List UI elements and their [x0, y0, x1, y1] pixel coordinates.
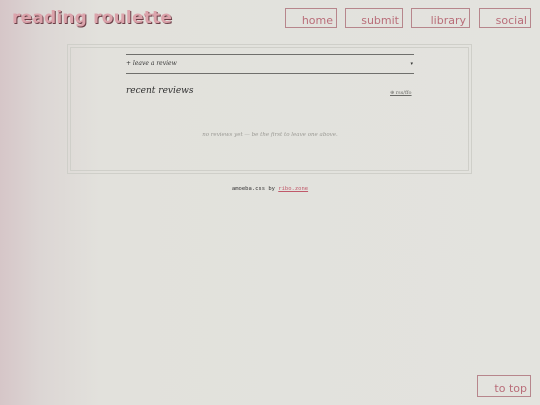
leave-review-label: + leave a review: [126, 60, 177, 67]
empty-reviews-message: no reviews yet — be the first to leave o…: [202, 132, 338, 138]
nav-library-button[interactable]: library: [411, 8, 470, 28]
leave-review-dropdown[interactable]: + leave a review ▾: [126, 54, 414, 74]
nav-home-button[interactable]: home: [285, 8, 337, 28]
dropdown-arrow-icon: ▾: [410, 61, 413, 67]
recent-reviews-heading: recent reviews: [126, 86, 194, 96]
nav-submit-button[interactable]: submit: [345, 8, 403, 28]
nav-social-button[interactable]: social: [479, 8, 531, 28]
footer-link[interactable]: ribo.zone: [278, 186, 308, 192]
footer-text: amoeba.css by: [231, 186, 275, 192]
rss-link[interactable]: ⊕ rss/ffo: [390, 90, 412, 96]
site-title[interactable]: reading roulette: [12, 8, 172, 28]
back-to-top-button[interactable]: to top: [477, 375, 531, 397]
footer: amoeba.css by ribo.zone: [0, 186, 540, 192]
